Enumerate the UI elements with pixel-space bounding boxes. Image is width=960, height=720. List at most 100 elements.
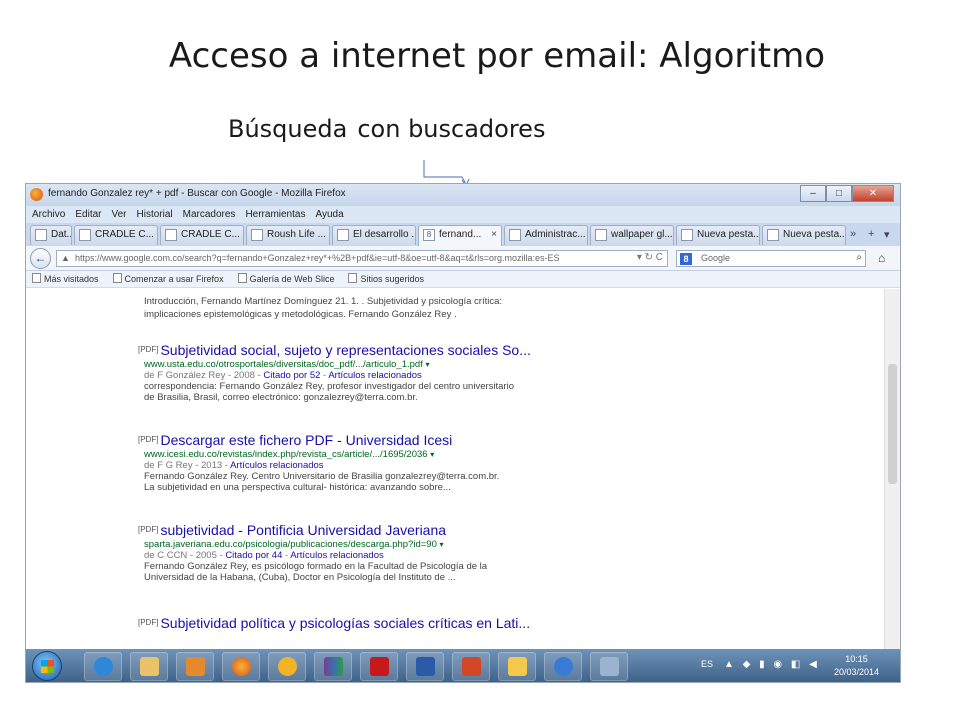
bookmark-icon: [348, 273, 358, 283]
tab-label: Nueva pesta...: [783, 229, 846, 240]
tab-5[interactable]: El desarrollo ...: [332, 225, 416, 245]
word-icon[interactable]: [406, 652, 444, 681]
google-icon: 8: [423, 229, 435, 241]
reload-icon[interactable]: ▾ ↻ C: [637, 252, 663, 263]
bookmark-icon: [32, 273, 41, 283]
start-button[interactable]: [32, 651, 62, 681]
lock-icon: ▲: [61, 253, 70, 263]
navigation-bar: ← ▲ https://www.google.com.co/search?q=f…: [26, 246, 900, 271]
search-icon[interactable]: ⌕: [856, 252, 862, 263]
tab-close-icon[interactable]: ×: [491, 229, 497, 240]
system-clock[interactable]: 10:15 20/03/2014: [834, 653, 879, 679]
url-bar[interactable]: ▲ https://www.google.com.co/search?q=fer…: [56, 250, 668, 267]
bookmarks-toolbar: Más visitados Comenzar a usar Firefox Ga…: [26, 271, 900, 288]
minimize-button[interactable]: –: [800, 185, 826, 202]
result-description: La subjetividad en una perspectiva cultu…: [144, 482, 451, 493]
globe-icon: [251, 229, 263, 241]
page-icon: [165, 229, 177, 241]
subtitle-part-1: Búsqueda: [228, 115, 348, 143]
network-globe-icon[interactable]: [544, 652, 582, 681]
subtitle-part-2: con buscadores: [357, 115, 546, 143]
tab-label: CRADLE C...: [181, 229, 240, 240]
menu-historial[interactable]: Historial: [137, 206, 173, 223]
scrollbar-thumb[interactable]: [888, 364, 897, 484]
result-meta: de F G Rey - 2013 - Artículos relacionad…: [144, 460, 324, 471]
firefox-icon[interactable]: [222, 652, 260, 681]
tab-1[interactable]: Dat...: [30, 225, 72, 245]
close-window-button[interactable]: ✕: [852, 185, 894, 202]
firefox-logo-icon: [30, 188, 43, 201]
tab-active[interactable]: 8 fernand... ×: [418, 225, 502, 246]
menu-marcadores[interactable]: Marcadores: [183, 206, 236, 223]
tab-list-icon[interactable]: ▾: [884, 228, 890, 241]
tab-label: Administrac...: [525, 229, 586, 240]
bookmark-mas-visitados[interactable]: Más visitados: [32, 271, 99, 287]
menu-archivo[interactable]: Archivo: [32, 206, 65, 223]
tab-8[interactable]: wallpaper gl...: [590, 225, 674, 245]
app-gallery-icon[interactable]: [268, 652, 306, 681]
menu-herramientas[interactable]: Herramientas: [245, 206, 305, 223]
bookmark-sitios[interactable]: Sitios sugeridos: [348, 271, 424, 287]
clock-time: 10:15: [845, 654, 868, 664]
internet-explorer-icon[interactable]: [84, 652, 122, 681]
tab-4[interactable]: Roush Life ...: [246, 225, 330, 245]
clock-date: 20/03/2014: [834, 667, 880, 677]
result-title[interactable]: [PDF] Descargar este fichero PDF - Univer…: [138, 432, 499, 448]
bookmark-icon: [237, 273, 247, 283]
outlook-icon[interactable]: [498, 652, 536, 681]
related-articles-link[interactable]: Artículos relacionados: [230, 460, 323, 471]
result-title[interactable]: [PDF] Subjetividad política y psicologías…: [138, 615, 530, 631]
winrar-icon[interactable]: [314, 652, 352, 681]
result-title[interactable]: [PDF] subjetividad - Pontificia Universid…: [138, 522, 487, 538]
page-icon: [79, 229, 91, 241]
cited-by-link[interactable]: Citado por 52: [263, 370, 320, 381]
result-url: sparta.javeriana.edu.co/psicologia/publi…: [144, 539, 444, 550]
result-meta: de C CCN - 2005 - Citado por 44 - Artícu…: [144, 550, 384, 561]
search-results-content: Introducción, Fernando Martínez Domíngue…: [26, 289, 884, 649]
back-button[interactable]: ←: [30, 248, 51, 269]
top-snippet-line-2: implicaciones epistemológicas y metodoló…: [144, 309, 457, 320]
tab-scroll-icon[interactable]: »: [850, 228, 856, 240]
windows-taskbar: ES ▲ ◆ ▮ ◉ ◧ ◀ 10:15 20/03/2014: [26, 649, 900, 682]
language-indicator[interactable]: ES: [701, 659, 713, 669]
cited-by-link[interactable]: Citado por 44: [225, 550, 282, 561]
menu-ayuda[interactable]: Ayuda: [315, 206, 343, 223]
url-text: https://www.google.com.co/search?q=ferna…: [75, 253, 560, 263]
tab-2[interactable]: CRADLE C...: [74, 225, 158, 245]
tools-icon[interactable]: [590, 652, 628, 681]
system-tray-icons[interactable]: ▲ ◆ ▮ ◉ ◧ ◀: [724, 659, 820, 670]
tab-10[interactable]: Nueva pesta...: [762, 225, 846, 245]
window-title: fernando Gonzalez rey* + pdf - Buscar co…: [48, 188, 346, 199]
menu-editar[interactable]: Editar: [75, 206, 101, 223]
new-tab-icon[interactable]: +: [868, 228, 874, 240]
menu-ver[interactable]: Ver: [111, 206, 126, 223]
file-explorer-icon[interactable]: [130, 652, 168, 681]
bookmark-galeria[interactable]: Galería de Web Slice: [237, 271, 334, 287]
acrobat-reader-icon[interactable]: [360, 652, 398, 681]
menu-bar: Archivo Editar Ver Historial Marcadores …: [26, 206, 900, 223]
media-player-icon[interactable]: [176, 652, 214, 681]
search-result: [PDF] Subjetividad política y psicologías…: [138, 615, 530, 631]
maximize-button[interactable]: □: [826, 185, 852, 202]
windows-logo-icon: [41, 660, 54, 673]
search-box[interactable]: 8 Google ⌕: [676, 250, 866, 267]
result-title[interactable]: [PDF] Subjetividad social, sujeto y repre…: [138, 342, 531, 358]
cp-icon: [595, 229, 607, 241]
search-engine-label: Google: [701, 253, 731, 263]
tab-label: fernand...: [439, 229, 482, 240]
page-icon: [767, 229, 779, 241]
powerpoint-icon[interactable]: [452, 652, 490, 681]
tab-label: Dat...: [51, 229, 72, 240]
tab-3[interactable]: CRADLE C...: [160, 225, 244, 245]
result-url: www.icesi.edu.co/revistas/index.php/revi…: [144, 449, 435, 460]
related-articles-link[interactable]: Artículos relacionados: [328, 370, 421, 381]
bookmark-comenzar[interactable]: Comenzar a usar Firefox: [112, 271, 224, 287]
related-articles-link[interactable]: Artículos relacionados: [290, 550, 383, 561]
search-result: [PDF] Subjetividad social, sujeto y repre…: [138, 342, 531, 403]
result-description: de Brasilia, Brasil, correo electrónico:…: [144, 392, 418, 403]
vertical-scrollbar[interactable]: [884, 289, 900, 649]
home-icon[interactable]: ⌂: [878, 251, 885, 265]
tab-9[interactable]: Nueva pesta...: [676, 225, 760, 245]
browser-titlebar: fernando Gonzalez rey* + pdf - Buscar co…: [26, 184, 900, 206]
tab-7[interactable]: Administrac...: [504, 225, 588, 245]
